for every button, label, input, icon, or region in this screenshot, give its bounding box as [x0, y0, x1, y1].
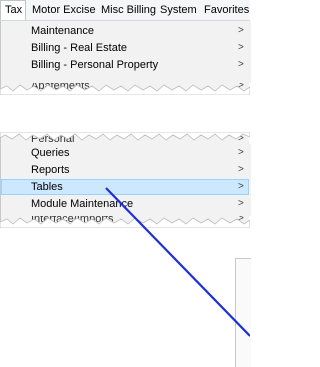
torn-edge-top: Abatements >: [0, 83, 250, 95]
menu-item-label: Billing - Real Estate: [31, 42, 127, 54]
torn-edge-bottom-top: Personal >: [0, 132, 250, 144]
menu-item-tables[interactable]: Tables >: [1, 179, 249, 195]
menu-item-billing-personal-property[interactable]: Billing - Personal Property >: [1, 57, 249, 73]
chevron-right-icon: >: [238, 59, 244, 70]
tax-dropdown-top: Maintenance > Billing - Real Estate > Bi…: [0, 21, 251, 83]
menu-system[interactable]: System: [160, 0, 197, 20]
torn-paper-edge: [0, 217, 250, 228]
chevron-right-icon: >: [238, 181, 244, 192]
menu-item-maintenance[interactable]: Maintenance >: [1, 23, 249, 39]
menu-favorites[interactable]: Favorites: [204, 0, 249, 20]
chevron-right-icon: >: [238, 25, 244, 36]
menu-item-label: Module Maintenance: [31, 198, 134, 210]
menu-item-label: Queries: [31, 147, 70, 159]
menu-item-label: Maintenance: [31, 25, 94, 37]
menu-item-label: Tables: [31, 181, 63, 193]
torn-paper-edge: [0, 132, 250, 141]
menu-item-billing-real-estate[interactable]: Billing - Real Estate >: [1, 40, 249, 56]
menu-item-label: Billing - Personal Property: [31, 59, 159, 71]
chevron-right-icon: >: [238, 164, 244, 175]
menu-item-module-maintenance[interactable]: Module Maintenance >: [1, 196, 249, 212]
menu-bar: Tax Motor Excise Misc Billing System Fav…: [0, 0, 250, 21]
tax-dropdown-bottom: Queries > Reports > Tables > Module Main…: [0, 144, 251, 216]
chevron-right-icon: >: [238, 42, 244, 53]
menu-motor-excise[interactable]: Motor Excise: [32, 0, 96, 20]
torn-edge-bottom: Interface/Imports >: [0, 216, 250, 228]
menu-tax[interactable]: Tax: [0, 0, 26, 20]
menu-item-queries[interactable]: Queries >: [1, 145, 249, 161]
submenu-panel-partial: [235, 258, 251, 367]
menu-item-reports[interactable]: Reports >: [1, 162, 249, 178]
chevron-right-icon: >: [238, 198, 244, 209]
menu-item-label: Reports: [31, 164, 70, 176]
torn-paper-edge: [0, 84, 250, 95]
menu-misc-billing[interactable]: Misc Billing: [101, 0, 156, 20]
chevron-right-icon: >: [238, 147, 244, 158]
